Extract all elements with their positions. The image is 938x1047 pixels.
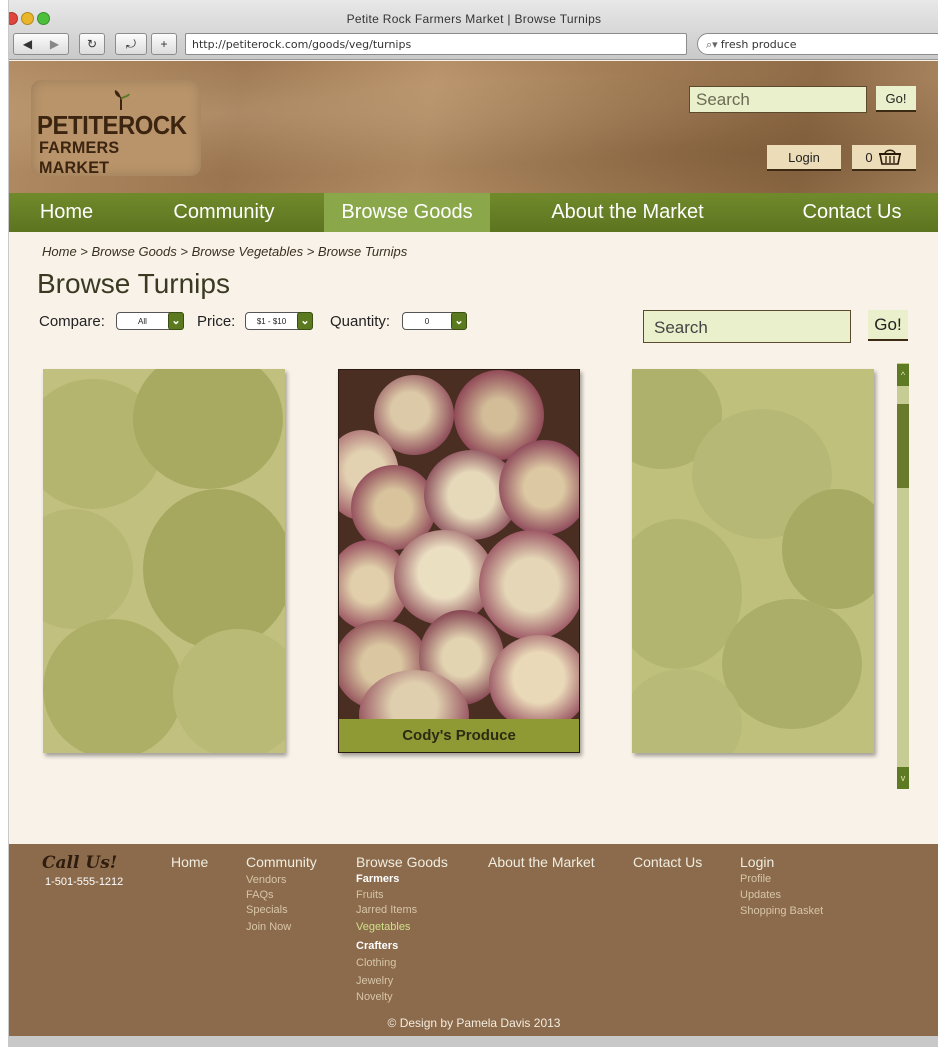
snapback-icon: ⤾: [126, 36, 136, 51]
footer-copyright: © Design by Pamela Davis 2013: [387, 1016, 561, 1030]
turnip-shape: [489, 635, 579, 730]
footer-link-clothing[interactable]: Clothing: [356, 957, 396, 969]
footer-link-novelty[interactable]: Novelty: [356, 991, 393, 1003]
chevron-down-icon: ⌄: [451, 311, 467, 330]
footer-crafters-heading[interactable]: Crafters: [356, 940, 398, 952]
footer-farmers-heading[interactable]: Farmers: [356, 873, 399, 885]
footer-link-jarred-items[interactable]: Jarred Items: [356, 904, 417, 916]
footer-link-vendors[interactable]: Vendors: [246, 874, 286, 886]
cart-button[interactable]: 0: [852, 145, 916, 171]
chevron-down-icon: ⌄: [168, 311, 184, 330]
price-label: Price:: [197, 313, 236, 330]
site-logo[interactable]: PETITEROCK FARMERS MARKET: [31, 80, 201, 177]
nav-community[interactable]: Community: [124, 193, 324, 232]
reload-icon: ↻: [86, 37, 98, 51]
search-icon: ⌕▾: [706, 38, 718, 51]
nav-about-the-market[interactable]: About the Market: [490, 193, 765, 232]
footer-login-title[interactable]: Login: [740, 854, 774, 870]
footer-link-join-now[interactable]: Join Now: [246, 921, 291, 933]
site-footer: [9, 844, 938, 1036]
quantity-value: 0: [424, 316, 430, 326]
footer-link-vegetables[interactable]: Vegetables: [356, 921, 410, 933]
turnip-shape: [499, 440, 579, 535]
price-select[interactable]: $1 - $10 ⌄: [245, 311, 313, 330]
compare-select[interactable]: All ⌄: [116, 311, 184, 330]
footer-link-updates[interactable]: Updates: [740, 889, 781, 901]
main-nav: Home Community Browse Goods About the Ma…: [9, 193, 938, 232]
content-go-button[interactable]: Go!: [868, 310, 908, 341]
footer-contact-link[interactable]: Contact Us: [633, 854, 702, 870]
turnip-shape: [722, 599, 862, 729]
footer-browse-title[interactable]: Browse Goods: [356, 854, 448, 870]
logo-line-2: FARMERS MARKET: [39, 138, 120, 177]
nav-browse-goods[interactable]: Browse Goods: [324, 193, 490, 232]
vendor-label: Cody's Produce: [339, 719, 579, 752]
footer-link-profile[interactable]: Profile: [740, 873, 771, 885]
url-field[interactable]: http://petiterock.com/goods/veg/turnips: [185, 33, 687, 55]
nav-home[interactable]: Home: [9, 193, 124, 232]
footer-link-jewelry[interactable]: Jewelry: [356, 975, 393, 987]
window-bottom-bar: [9, 1036, 938, 1047]
nav-contact-us[interactable]: Contact Us: [765, 193, 938, 232]
call-us-title: Call Us!: [42, 853, 118, 873]
header-search-input[interactable]: Search: [689, 86, 867, 113]
quantity-select[interactable]: 0 ⌄: [402, 311, 467, 330]
logo-line-1: PETITEROCK: [37, 110, 187, 140]
plus-icon: +: [160, 37, 168, 51]
turnip-shape: [43, 509, 133, 629]
turnip-shape: [479, 530, 579, 640]
cart-count: 0: [865, 149, 873, 165]
sprout-icon: [114, 90, 130, 111]
snapback-button[interactable]: ⤾: [115, 33, 147, 55]
footer-community-title[interactable]: Community: [246, 854, 317, 870]
scrollbar-thumb[interactable]: [897, 404, 909, 488]
window-title: Petite Rock Farmers Market | Browse Turn…: [346, 12, 602, 26]
compare-label: Compare:: [39, 313, 105, 330]
footer-about-link[interactable]: About the Market: [488, 854, 595, 870]
chevron-down-icon: ⌄: [297, 311, 313, 330]
footer-home-link[interactable]: Home: [171, 854, 208, 870]
footer-link-shopping-basket[interactable]: Shopping Basket: [740, 905, 823, 917]
turnip-shape: [43, 619, 183, 753]
scroll-up-arrow-icon[interactable]: ^: [897, 364, 909, 386]
back-arrow-icon[interactable]: ◀: [23, 37, 32, 51]
forward-arrow-icon[interactable]: ▶: [50, 37, 59, 51]
browser-search-value: fresh produce: [720, 38, 797, 51]
browser-titlebar: Petite Rock Farmers Market | Browse Turn…: [9, 0, 938, 60]
footer-link-fruits[interactable]: Fruits: [356, 889, 384, 901]
footer-link-specials[interactable]: Specials: [246, 904, 288, 916]
product-card-left[interactable]: [43, 369, 285, 753]
reload-button[interactable]: ↻: [79, 33, 105, 55]
product-card-right[interactable]: [632, 369, 874, 753]
product-card-center[interactable]: Cody's Produce: [338, 369, 580, 753]
compare-value: All: [138, 316, 147, 326]
footer-link-faqs[interactable]: FAQs: [246, 889, 274, 901]
turnip-shape: [143, 489, 285, 649]
browser-search-field[interactable]: ⌕▾ fresh produce: [697, 33, 938, 55]
add-bookmark-button[interactable]: +: [151, 33, 177, 55]
breadcrumb[interactable]: Home > Browse Goods > Browse Vegetables …: [42, 244, 407, 259]
login-button[interactable]: Login: [767, 145, 841, 171]
phone-number: 1-501-555-1212: [45, 876, 124, 888]
turnip-shape: [173, 629, 285, 753]
page-title: Browse Turnips: [37, 268, 230, 299]
scroll-down-arrow-icon[interactable]: v: [897, 767, 909, 789]
content-search-input[interactable]: Search: [643, 310, 851, 343]
browser-window: Petite Rock Farmers Market | Browse Turn…: [8, 0, 938, 1047]
basket-icon: [878, 149, 901, 165]
price-value: $1 - $10: [256, 316, 287, 326]
quantity-label: Quantity:: [330, 313, 391, 330]
site-header: PETITEROCK FARMERS MARKET Search Go! Log…: [9, 61, 938, 193]
header-go-button[interactable]: Go!: [876, 86, 916, 112]
back-forward-buttons[interactable]: ◀ ▶: [13, 33, 69, 55]
